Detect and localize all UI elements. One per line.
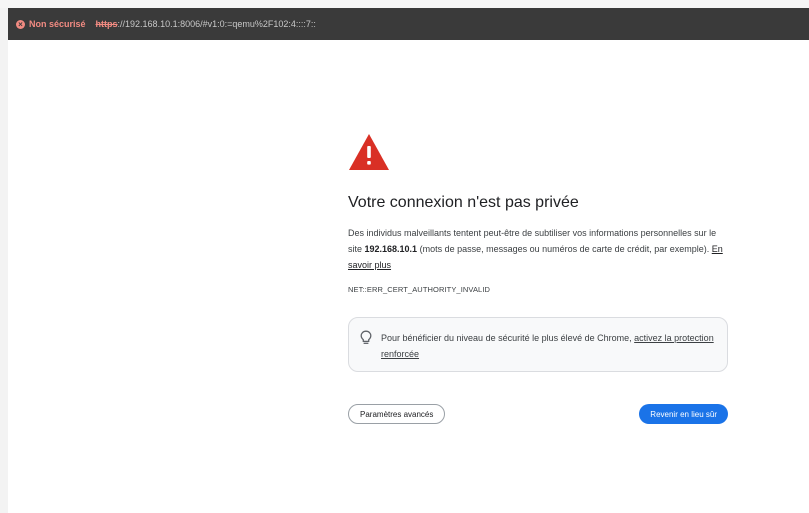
action-buttons: Paramètres avancés Revenir en lieu sûr	[348, 404, 728, 424]
privacy-error-interstitial: Votre connexion n'est pas privée Des ind…	[348, 133, 728, 424]
enhanced-protection-box: Pour bénéficier du niveau de sécurité le…	[348, 317, 728, 372]
desc-host: 192.168.10.1	[364, 244, 418, 254]
security-label: Non sécurisé	[29, 19, 86, 29]
back-to-safety-button[interactable]: Revenir en lieu sûr	[639, 404, 728, 424]
lightbulb-icon	[360, 330, 372, 344]
url-scheme: https	[95, 19, 118, 29]
error-code: NET::ERR_CERT_AUTHORITY_INVALID	[348, 285, 491, 294]
x-circle-icon: ×	[16, 19, 25, 29]
security-chip[interactable]: × Non sécurisé	[16, 19, 86, 29]
enhanced-protection-text: Pour bénéficier du niveau de sécurité le…	[381, 330, 715, 362]
warning-triangle-icon	[349, 134, 389, 170]
advanced-button[interactable]: Paramètres avancés	[348, 404, 446, 424]
browser-page: × Non sécurisé https ://192.168.10.1:800…	[0, 0, 809, 513]
desc-text-2: (mots de passe, messages ou numéros de c…	[417, 244, 710, 254]
error-description: Des individus malveillants tentent peut-…	[348, 225, 728, 273]
page-title: Votre connexion n'est pas privée	[348, 194, 579, 211]
window-top-strip	[0, 0, 809, 8]
address-bar[interactable]: × Non sécurisé https ://192.168.10.1:800…	[8, 8, 809, 40]
enhanced-protection-label: Pour bénéficier du niveau de sécurité le…	[381, 333, 635, 343]
left-gutter	[0, 8, 8, 513]
url-rest: ://192.168.10.1:8006/#v1:0:=qemu%2F102:4…	[117, 19, 316, 29]
url-text[interactable]: https ://192.168.10.1:8006/#v1:0:=qemu%2…	[96, 19, 316, 29]
